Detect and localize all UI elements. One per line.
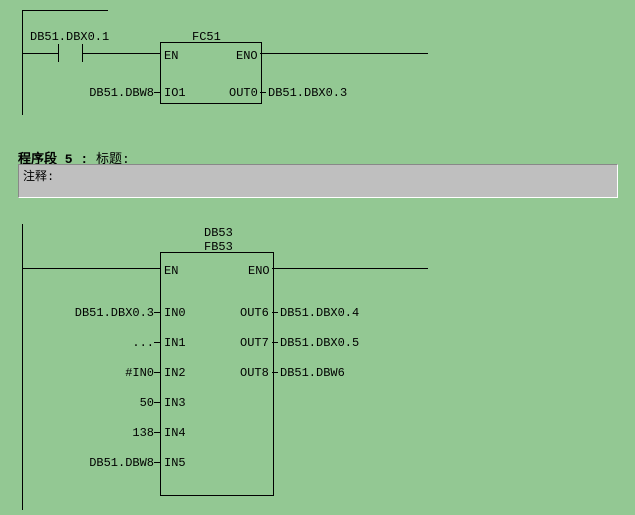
net4-left-rail <box>22 10 23 115</box>
fb53-eno-label: ENO <box>248 264 270 278</box>
fc51-eno-rail <box>260 53 428 54</box>
fb53-in4-label: IN4 <box>164 426 186 440</box>
fc51-eno-label: ENO <box>236 49 258 63</box>
fc51-io1-addr: DB51.DBW8 <box>89 86 154 100</box>
fb53-in1-tick <box>154 342 160 343</box>
fb53-eno-rail <box>272 268 428 269</box>
fb53-in1-addr: ... <box>132 336 154 350</box>
fb53-in4-tick <box>154 432 160 433</box>
fc51-title: FC51 <box>192 30 221 44</box>
fb53-out0-tick <box>272 312 278 313</box>
fc51-io1-label: IO1 <box>164 86 186 100</box>
fb53-out2-label: OUT8 <box>240 366 269 380</box>
contact-right-bar <box>82 44 83 62</box>
fb53-in3-tick <box>154 402 160 403</box>
fb53-in1-label: IN1 <box>164 336 186 350</box>
contact-label: DB51.DBX0.1 <box>30 30 109 44</box>
ladder-canvas: DB51.DBX0.1 FC51 EN ENO IO1 DB51.DBW8 OU… <box>0 0 635 515</box>
fb53-in4-addr: 138 <box>132 426 154 440</box>
fb53-db-label: DB53 <box>204 226 233 240</box>
contact-gap <box>59 52 82 55</box>
net4-en-rail <box>22 53 160 54</box>
fc51-en-label: EN <box>164 49 178 63</box>
fb53-in2-addr: #IN0 <box>125 366 154 380</box>
fb53-out1-tick <box>272 342 278 343</box>
fb53-en-label: EN <box>164 264 178 278</box>
fb53-in0-label: IN0 <box>164 306 186 320</box>
fb53-out2-addr: DB51.DBW6 <box>280 366 345 380</box>
net5-en-rail <box>22 268 160 269</box>
fb53-out2-tick <box>272 372 278 373</box>
contact-left-bar <box>58 44 59 62</box>
fb53-in5-addr: DB51.DBW8 <box>89 456 154 470</box>
fb53-in5-label: IN5 <box>164 456 186 470</box>
fb53-out0-addr: DB51.DBX0.4 <box>280 306 359 320</box>
fc51-out0-addr: DB51.DBX0.3 <box>268 86 347 100</box>
fb53-in3-addr: 50 <box>140 396 154 410</box>
fb53-out0-label: OUT6 <box>240 306 269 320</box>
fc51-io1-tick <box>154 92 160 93</box>
net4-top-bar <box>22 10 108 11</box>
fb53-title: FB53 <box>204 240 233 254</box>
fc51-out0-label: OUT0 <box>229 86 258 100</box>
net5-left-rail <box>22 224 23 510</box>
fb53-in2-label: IN2 <box>164 366 186 380</box>
fb53-out1-addr: DB51.DBX0.5 <box>280 336 359 350</box>
fb53-in0-tick <box>154 312 160 313</box>
fc51-out0-tick <box>260 92 266 93</box>
fb53-in2-tick <box>154 372 160 373</box>
fb53-out1-label: OUT7 <box>240 336 269 350</box>
fb53-in3-label: IN3 <box>164 396 186 410</box>
fb53-in5-tick <box>154 462 160 463</box>
fb53-in0-addr: DB51.DBX0.3 <box>75 306 154 320</box>
section5-comment-label: 注释: <box>23 170 54 184</box>
section5-comment[interactable]: 注释: <box>18 164 618 198</box>
